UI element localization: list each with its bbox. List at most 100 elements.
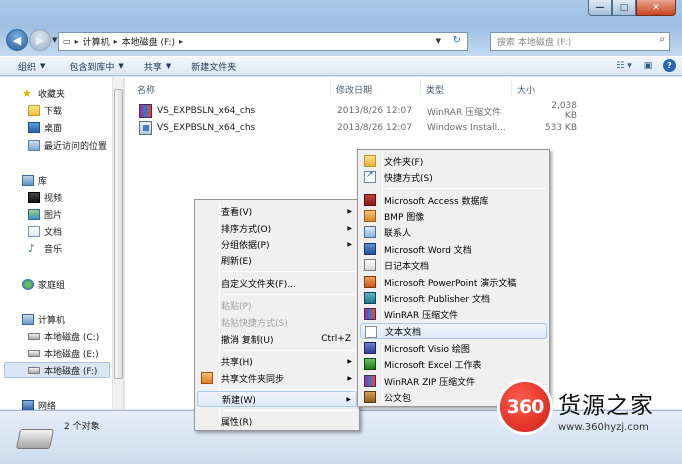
new-excel-item[interactable]: Microsoft Excel 工作表: [360, 356, 547, 372]
chevron-right-icon[interactable]: ▸: [114, 37, 118, 46]
menu-item-customize[interactable]: 自定义文件夹(F)...: [197, 275, 357, 291]
menu-item-label: 排序方式(O): [221, 224, 272, 235]
menu-item-sort[interactable]: 排序方式(O) ▶: [197, 220, 357, 236]
minimize-button[interactable]: —: [588, 0, 612, 16]
refresh-icon[interactable]: ↻: [453, 35, 461, 46]
submenu-arrow-icon: ▶: [347, 224, 352, 232]
menu-item-label: WinRAR 压缩文件: [384, 310, 459, 321]
menu-item-shared-folder-sync[interactable]: 共享文件夹同步 ▶: [197, 370, 357, 386]
column-divider[interactable]: [511, 79, 512, 95]
share-label: 共享: [143, 62, 162, 73]
column-header-type[interactable]: 类型: [426, 83, 444, 96]
computer-small-icon: ▭: [63, 37, 71, 46]
breadcrumb-computer[interactable]: 计算机: [83, 35, 110, 48]
nav-desktop[interactable]: 桌面: [28, 121, 62, 134]
column-divider[interactable]: [330, 79, 331, 95]
nav-computer[interactable]: 计算机: [22, 313, 65, 326]
preview-pane-icon[interactable]: ▣: [639, 59, 657, 73]
nav-drive-f[interactable]: 本地磁盘 (F:): [28, 364, 97, 377]
column-divider[interactable]: [420, 79, 421, 95]
nav-recent-label: 最近访问的位置: [44, 142, 108, 152]
folder-icon: [364, 155, 376, 167]
explorer-window: — □ ✕ ◀ ▶ ▼ ▭ ▸ 计算机 ▸ 本地磁盘 (F:) ▸ ▼ ↻ 搜索…: [0, 0, 682, 464]
toolbar-right-icons: ☷ ▾ ▣ ?: [609, 59, 676, 73]
menu-item-share[interactable]: 共享(H) ▶: [197, 353, 357, 369]
back-button[interactable]: ◀: [6, 29, 28, 51]
new-visio-item[interactable]: Microsoft Visio 绘图: [360, 340, 547, 356]
menu-item-paste-shortcut[interactable]: 粘贴快捷方式(S): [197, 314, 357, 330]
new-bmp-item[interactable]: BMP 图像: [360, 208, 547, 224]
address-bar[interactable]: ▭ ▸ 计算机 ▸ 本地磁盘 (F:) ▸ ▼ ↻: [58, 32, 468, 51]
winrar-icon: [139, 104, 152, 118]
access-icon: [364, 194, 376, 206]
navigation-pane: ★ 收藏夹 下载 桌面 最近访问的位置 库 视频 图片 文档 ♪ 音乐 家庭组: [0, 77, 124, 412]
file-row[interactable]: VS_EXPBSLN_x64_chs 2013/8/26 12:07 WinRA…: [137, 101, 577, 121]
nav-pictures[interactable]: 图片: [28, 208, 62, 221]
menu-item-new[interactable]: 新建(W) ▶: [197, 391, 357, 407]
help-icon[interactable]: ?: [663, 59, 676, 72]
nav-documents[interactable]: 文档: [28, 225, 62, 238]
watermark-url: www.360hyzj.com: [558, 422, 649, 433]
maximize-button[interactable]: □: [612, 0, 636, 16]
breadcrumb-drive-f[interactable]: 本地磁盘 (F:): [122, 35, 175, 48]
nav-homegroup[interactable]: 家庭组: [22, 278, 65, 291]
drive-large-icon: [15, 429, 55, 449]
nav-videos[interactable]: 视频: [28, 191, 62, 204]
new-word-item[interactable]: Microsoft Word 文档: [360, 241, 547, 257]
command-bar: 组织 ▼ 包含到库中 ▼ 共享 ▼ 新建文件夹 ☷ ▾ ▣ ?: [0, 56, 682, 76]
new-powerpoint-item[interactable]: Microsoft PowerPoint 演示文稿: [360, 274, 547, 290]
file-row[interactable]: VS_EXPBSLN_x64_chs 2013/8/26 12:07 Windo…: [137, 120, 577, 136]
new-text-document-item[interactable]: 文本文档: [360, 323, 547, 339]
new-access-item[interactable]: Microsoft Access 数据库: [360, 192, 547, 208]
close-button[interactable]: ✕: [636, 0, 676, 16]
nav-scrollbar-thumb[interactable]: [114, 89, 123, 379]
search-input[interactable]: 搜索 本地磁盘 (F:) ⌕: [490, 32, 670, 51]
new-journal-item[interactable]: 日记本文档: [360, 257, 547, 273]
powerpoint-icon: [364, 276, 376, 288]
new-folder-label: 新建文件夹: [191, 62, 237, 73]
change-view-icon[interactable]: ☷ ▾: [615, 59, 633, 73]
address-dropdown-icon[interactable]: ▼: [436, 37, 441, 45]
organize-menu[interactable]: 组织 ▼: [10, 60, 53, 73]
menu-item-group[interactable]: 分组依据(P) ▶: [197, 236, 357, 252]
share-menu[interactable]: 共享 ▼: [136, 60, 179, 73]
menu-item-label: Microsoft Access 数据库: [384, 196, 489, 207]
column-header-size[interactable]: 大小: [517, 83, 535, 96]
include-library-menu[interactable]: 包含到库中 ▼: [61, 60, 131, 73]
search-placeholder: 搜索 本地磁盘 (F:): [497, 38, 572, 48]
menu-item-paste[interactable]: 粘贴(P): [197, 297, 357, 313]
bitmap-icon: [364, 210, 376, 222]
column-header-date[interactable]: 修改日期: [336, 83, 372, 96]
search-icon[interactable]: ⌕: [659, 34, 665, 45]
nav-music[interactable]: ♪ 音乐: [28, 242, 62, 255]
new-folder-button[interactable]: 新建文件夹: [183, 60, 244, 73]
menu-item-label: Microsoft PowerPoint 演示文稿: [384, 278, 517, 289]
menu-item-undo-copy[interactable]: 撤消 复制(U) Ctrl+Z: [197, 331, 357, 347]
file-date: 2013/8/26 12:07: [337, 123, 412, 133]
desktop-icon: [28, 122, 40, 133]
chevron-right-icon[interactable]: ▸: [179, 37, 183, 46]
column-header-name[interactable]: 名称: [137, 83, 155, 96]
nav-favorites[interactable]: ★ 收藏夹: [22, 87, 65, 100]
nav-videos-label: 视频: [44, 194, 63, 204]
folder-icon: [28, 105, 40, 116]
new-shortcut-item[interactable]: 快捷方式(S): [360, 169, 547, 185]
new-folder-item[interactable]: 文件夹(F): [360, 153, 547, 169]
nav-scrollbar[interactable]: [112, 77, 123, 409]
new-contact-item[interactable]: 联系人: [360, 224, 547, 240]
word-icon: [364, 243, 376, 255]
nav-drive-c[interactable]: 本地磁盘 (C:): [28, 330, 99, 343]
new-publisher-item[interactable]: Microsoft Publisher 文档: [360, 290, 547, 306]
nav-libraries[interactable]: 库: [22, 174, 47, 187]
menu-item-refresh[interactable]: 刷新(E): [197, 252, 357, 268]
menu-item-label: 自定义文件夹(F)...: [221, 279, 296, 290]
forward-button[interactable]: ▶: [29, 29, 51, 51]
menu-item-properties[interactable]: 属性(R): [197, 413, 357, 429]
new-winrar-item[interactable]: WinRAR 压缩文件: [360, 306, 547, 322]
submenu-arrow-icon: ▶: [346, 395, 351, 403]
nav-recent[interactable]: 最近访问的位置: [28, 139, 107, 152]
nav-downloads[interactable]: 下载: [28, 104, 62, 117]
nav-drive-e[interactable]: 本地磁盘 (E:): [28, 347, 99, 360]
watermark-logo: 360: [500, 382, 550, 432]
menu-item-view[interactable]: 查看(V) ▶: [197, 203, 357, 219]
